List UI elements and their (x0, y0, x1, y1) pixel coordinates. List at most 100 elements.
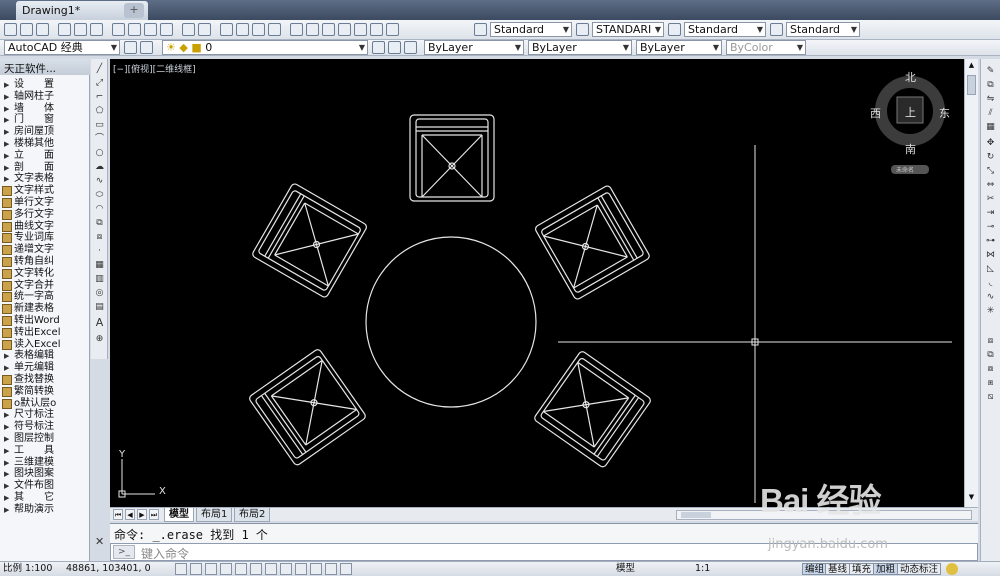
palette-item[interactable]: 曲线文字 (0, 221, 88, 233)
snap-icon[interactable] (175, 563, 187, 575)
annotation-scale[interactable]: 1:1 (695, 563, 710, 575)
workspace-select[interactable]: AutoCAD 经典 ▼ (4, 40, 120, 55)
palette-item[interactable]: 转出Word (0, 315, 88, 327)
chair-lower-left[interactable] (247, 347, 368, 467)
add-selected-icon[interactable]: ⊕ (93, 333, 106, 345)
baseline-toggle[interactable]: 基线 (825, 563, 851, 575)
preview-icon[interactable] (74, 23, 87, 36)
grid-icon[interactable] (190, 563, 202, 575)
tab-layout2[interactable]: 布局2 (234, 508, 271, 522)
paste-icon[interactable] (144, 23, 157, 36)
erase-icon[interactable]: ✎ (984, 65, 997, 77)
palette-item[interactable]: ▶ 文件布图 (0, 480, 88, 492)
make-block-icon[interactable]: ⧈ (93, 231, 106, 243)
palette-item[interactable]: 递增文字 (0, 244, 88, 256)
gradient-icon[interactable]: ▥ (93, 273, 106, 285)
revcloud-icon[interactable]: ☁ (93, 161, 106, 173)
model-space-button[interactable]: 模型 (616, 563, 635, 575)
point-icon[interactable]: · (93, 245, 106, 257)
palette-item[interactable]: o默认层o (0, 398, 88, 410)
save-icon[interactable] (36, 23, 49, 36)
viewcube-south[interactable]: 南 (905, 141, 916, 157)
viewcube-east[interactable]: 东 (939, 105, 950, 121)
tab-layout1[interactable]: 布局1 (196, 508, 233, 522)
draworder-icon[interactable]: ⧈ (984, 335, 997, 347)
round-table[interactable] (365, 236, 537, 408)
help-icon[interactable] (386, 23, 399, 36)
lightbulb-icon[interactable] (946, 563, 958, 575)
viewcube-north[interactable]: 北 (905, 69, 916, 85)
zoom-window-icon[interactable] (252, 23, 265, 36)
color-select[interactable]: ByLayer ▼ (424, 40, 524, 55)
copy-object-icon[interactable]: ⧉ (984, 79, 997, 91)
mirror-icon[interactable]: ⇋ (984, 93, 997, 105)
ellipse-icon[interactable]: ⬭ (93, 189, 106, 201)
vertical-scrollbar[interactable]: ▲ ▼ (964, 59, 978, 507)
qnew-icon[interactable] (4, 23, 17, 36)
command-prompt-icon[interactable]: >_ (113, 545, 135, 559)
arc-icon[interactable]: ⌒ (93, 133, 106, 145)
insert-block-icon[interactable]: ⧉ (93, 217, 106, 229)
line-icon[interactable]: ╱ (93, 63, 106, 75)
palette-header[interactable]: 天正软件... (0, 59, 90, 75)
hatch-icon[interactable]: ▦ (93, 259, 106, 271)
next-tab-icon[interactable]: ▶ (137, 509, 147, 520)
fill-toggle[interactable]: 填充 (849, 563, 875, 575)
mtext-icon[interactable]: A (93, 317, 106, 329)
make-current-layer-icon[interactable] (372, 41, 385, 54)
otrack-icon[interactable] (250, 563, 262, 575)
prev-tab-icon[interactable]: ◀ (125, 509, 135, 520)
sc-icon[interactable] (340, 563, 352, 575)
ortho-icon[interactable] (205, 563, 217, 575)
palette-item[interactable]: ▶ 工 具 (0, 445, 88, 457)
polygon-icon[interactable]: ⬠ (93, 105, 106, 117)
palette-item[interactable]: ▶ 图块图案 (0, 468, 88, 480)
cut-icon[interactable] (112, 23, 125, 36)
palette-item[interactable]: 单行文字 (0, 197, 88, 209)
break-icon[interactable]: ⊶ (984, 235, 997, 247)
bring-above-icon[interactable]: ⧆ (984, 377, 997, 389)
region-icon[interactable]: ◎ (93, 287, 106, 299)
palette-item[interactable]: ▶ 三维建模 (0, 457, 88, 469)
chair-upper-right[interactable] (533, 184, 652, 301)
palette-item[interactable]: 转出Excel (0, 327, 88, 339)
fillet-icon[interactable]: ◟ (984, 277, 997, 289)
send-back-icon[interactable]: ⧇ (984, 363, 997, 375)
circle-icon[interactable]: ○ (93, 147, 106, 159)
text-style-select[interactable]: Standard ▼ (490, 22, 572, 37)
qp-icon[interactable] (325, 563, 337, 575)
last-tab-icon[interactable]: ⏭ (149, 509, 159, 520)
viewcube-top-face[interactable]: 上 (905, 104, 916, 120)
palette-item[interactable]: 多行文字 (0, 209, 88, 221)
trim-icon[interactable]: ✂ (984, 193, 997, 205)
palette-item[interactable]: 繁简转换 (0, 386, 88, 398)
table-style-select[interactable]: Standard ▼ (684, 22, 766, 37)
matchprop-icon[interactable] (160, 23, 173, 36)
palette-item[interactable]: ▶ 帮助演示 (0, 504, 88, 516)
tpy-icon[interactable] (310, 563, 322, 575)
copy-icon[interactable] (128, 23, 141, 36)
osnap-icon[interactable] (235, 563, 247, 575)
layer-previous-icon[interactable] (388, 41, 401, 54)
palette-item[interactable]: ▶ 图层控制 (0, 433, 88, 445)
join-icon[interactable]: ⋈ (984, 249, 997, 261)
dim-style-select[interactable]: STANDARI ▼ (592, 22, 664, 37)
palette-item[interactable]: 文字转化 (0, 268, 88, 280)
scroll-up-icon[interactable]: ▲ (966, 61, 977, 73)
mleader-style-select[interactable]: Standard ▼ (786, 22, 860, 37)
linetype-select[interactable]: ByLayer ▼ (528, 40, 632, 55)
palette-item[interactable]: ▶ 墙 体 (0, 103, 88, 115)
ellipse-arc-icon[interactable]: ◠ (93, 203, 106, 215)
zoom-realtime-icon[interactable] (236, 23, 249, 36)
array-icon[interactable]: ▦ (984, 121, 997, 133)
palette-item[interactable]: 文字合并 (0, 280, 88, 292)
rotate-icon[interactable]: ↻ (984, 151, 997, 163)
palette-item[interactable]: 专业词库 (0, 232, 88, 244)
plotstyle-select[interactable]: ByColor ▼ (726, 40, 806, 55)
zoom-previous-icon[interactable] (268, 23, 281, 36)
scroll-thumb[interactable] (967, 75, 976, 95)
palette-item[interactable]: 查找替换 (0, 374, 88, 386)
workspace-settings-icon[interactable] (124, 41, 137, 54)
properties-icon[interactable] (290, 23, 303, 36)
explode-icon[interactable]: ✳ (984, 305, 997, 317)
